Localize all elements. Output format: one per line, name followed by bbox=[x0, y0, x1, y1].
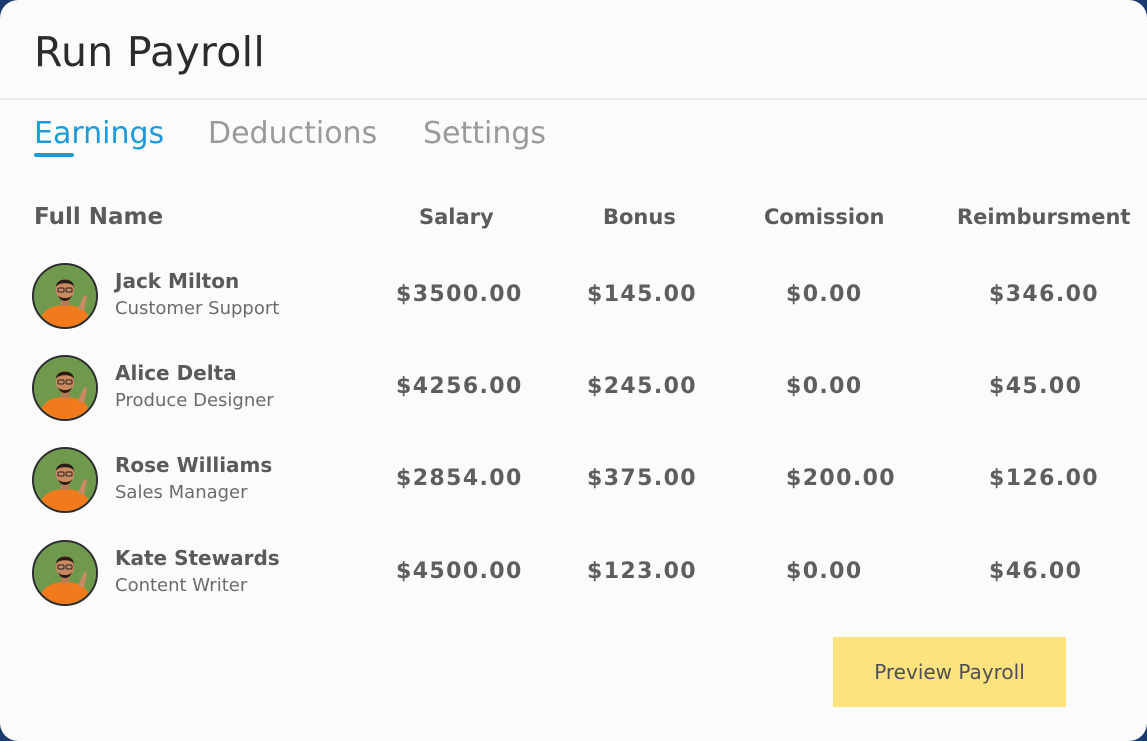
table-row[interactable]: Jack Milton Customer Support $3500.00 $1… bbox=[0, 263, 1147, 333]
commission-cell: $0.00 bbox=[786, 559, 863, 584]
reimbursement-cell: $45.00 bbox=[989, 374, 1083, 399]
bonus-cell: $375.00 bbox=[587, 466, 698, 491]
employee-role: Produce Designer bbox=[115, 390, 274, 411]
column-header-commission[interactable]: Comission bbox=[764, 200, 885, 234]
table-row[interactable]: Rose Williams Sales Manager $2854.00 $37… bbox=[0, 447, 1147, 517]
table-row[interactable]: Kate Stewards Content Writer $4500.00 $1… bbox=[0, 540, 1147, 610]
tab-earnings[interactable]: Earnings bbox=[34, 112, 164, 156]
active-tab-indicator bbox=[34, 153, 74, 157]
bonus-cell: $245.00 bbox=[587, 374, 698, 399]
bonus-cell: $145.00 bbox=[587, 282, 698, 307]
commission-cell: $0.00 bbox=[786, 374, 863, 399]
reimbursement-cell: $46.00 bbox=[989, 559, 1083, 584]
commission-cell: $0.00 bbox=[786, 282, 863, 307]
avatar bbox=[32, 540, 98, 606]
salary-cell: $4256.00 bbox=[396, 374, 523, 399]
avatar bbox=[32, 447, 98, 513]
employee-name: Alice Delta bbox=[115, 361, 237, 385]
person-photo-icon bbox=[34, 357, 96, 419]
employee-name: Rose Williams bbox=[115, 453, 273, 477]
person-photo-icon bbox=[34, 449, 96, 511]
salary-cell: $3500.00 bbox=[396, 282, 523, 307]
employee-name: Jack Milton bbox=[115, 269, 240, 293]
employee-name: Kate Stewards bbox=[115, 546, 280, 570]
page-title: Run Payroll bbox=[34, 28, 266, 76]
tab-deductions[interactable]: Deductions bbox=[208, 112, 377, 156]
employee-role: Sales Manager bbox=[115, 482, 248, 503]
column-header-full-name[interactable]: Full Name bbox=[34, 200, 163, 234]
reimbursement-cell: $126.00 bbox=[989, 466, 1100, 491]
salary-cell: $2854.00 bbox=[396, 466, 523, 491]
tab-settings[interactable]: Settings bbox=[423, 112, 546, 156]
column-header-bonus[interactable]: Bonus bbox=[603, 200, 676, 234]
table-row[interactable]: Alice Delta Produce Designer $4256.00 $2… bbox=[0, 355, 1147, 425]
reimbursement-cell: $346.00 bbox=[989, 282, 1100, 307]
payroll-card: Run Payroll Earnings Deductions Settings… bbox=[0, 0, 1147, 741]
employee-role: Customer Support bbox=[115, 298, 280, 319]
person-photo-icon bbox=[34, 542, 96, 604]
column-header-salary[interactable]: Salary bbox=[419, 200, 494, 234]
salary-cell: $4500.00 bbox=[396, 559, 523, 584]
column-header-reimbursement[interactable]: Reimbursment bbox=[957, 200, 1130, 234]
employee-role: Content Writer bbox=[115, 575, 248, 596]
preview-payroll-button[interactable]: Preview Payroll bbox=[833, 637, 1066, 707]
card-header: Run Payroll bbox=[0, 0, 1147, 100]
avatar bbox=[32, 355, 98, 421]
avatar bbox=[32, 263, 98, 329]
bonus-cell: $123.00 bbox=[587, 559, 698, 584]
commission-cell: $200.00 bbox=[786, 466, 897, 491]
person-photo-icon bbox=[34, 265, 96, 327]
